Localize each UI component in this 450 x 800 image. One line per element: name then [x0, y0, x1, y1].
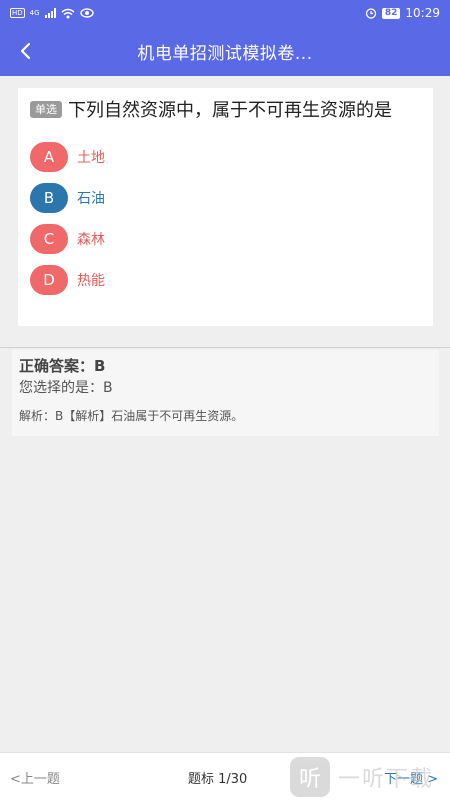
- status-right: 82 10:29: [365, 6, 440, 20]
- option-text: 森林: [77, 231, 105, 248]
- option-text: 热能: [77, 272, 105, 289]
- correct-answer: 正确答案：B: [19, 357, 106, 375]
- answer-panel: 正确答案：B 您选择的是：B 解析：B【解析】石油属于不可再生资源。: [12, 350, 439, 436]
- option-letter: A: [30, 141, 68, 172]
- eye-icon: [79, 8, 94, 18]
- battery-indicator: 82: [381, 7, 401, 19]
- answer-analysis: 解析：B【解析】石油属于不可再生资源。: [19, 409, 244, 423]
- question-stem: 单选 下列自然资源中，属于不可再生资源的是: [30, 98, 421, 124]
- option-d[interactable]: D 热能: [30, 259, 421, 300]
- divider: [0, 347, 450, 348]
- clock: 10:29: [405, 6, 440, 20]
- option-letter: B: [30, 182, 68, 213]
- wifi-icon: [61, 8, 75, 18]
- chosen-answer: 您选择的是：B: [19, 380, 113, 396]
- status-left: HD 4G: [10, 8, 94, 19]
- question-counter: 题标 1/30: [188, 772, 248, 787]
- option-b[interactable]: B 石油: [30, 177, 421, 218]
- next-question-button[interactable]: 下一题 >: [384, 768, 438, 787]
- signal-icon: [44, 8, 56, 18]
- option-c[interactable]: C 森林: [30, 218, 421, 259]
- question-text: 下列自然资源中，属于不可再生资源的是: [68, 100, 392, 121]
- option-letter: D: [30, 264, 68, 295]
- page-title: 机电单招测试模拟卷...: [137, 43, 313, 64]
- option-letter: C: [30, 223, 68, 254]
- status-bar: HD 4G 82 10:29: [0, 0, 450, 26]
- option-text: 土地: [77, 149, 105, 166]
- network-label: 4G: [29, 9, 40, 17]
- option-text: 石油: [77, 190, 105, 207]
- bottom-nav-bar: <上一题 题标 1/30 下一题 >: [0, 752, 450, 800]
- question-card: 单选 下列自然资源中，属于不可再生资源的是 A 土地 B 石油 C 森林 D 热能: [18, 88, 433, 326]
- hd-badge: HD: [10, 8, 25, 18]
- prev-question-button[interactable]: <上一题: [10, 768, 60, 787]
- options-list: A 土地 B 石油 C 森林 D 热能: [30, 136, 421, 300]
- question-type-badge: 单选: [30, 101, 62, 118]
- app-header: 机电单招测试模拟卷...: [0, 26, 450, 76]
- alarm-icon: [365, 8, 377, 19]
- option-a[interactable]: A 土地: [30, 136, 421, 177]
- back-button[interactable]: [8, 34, 42, 68]
- chevron-left-icon: [20, 42, 31, 60]
